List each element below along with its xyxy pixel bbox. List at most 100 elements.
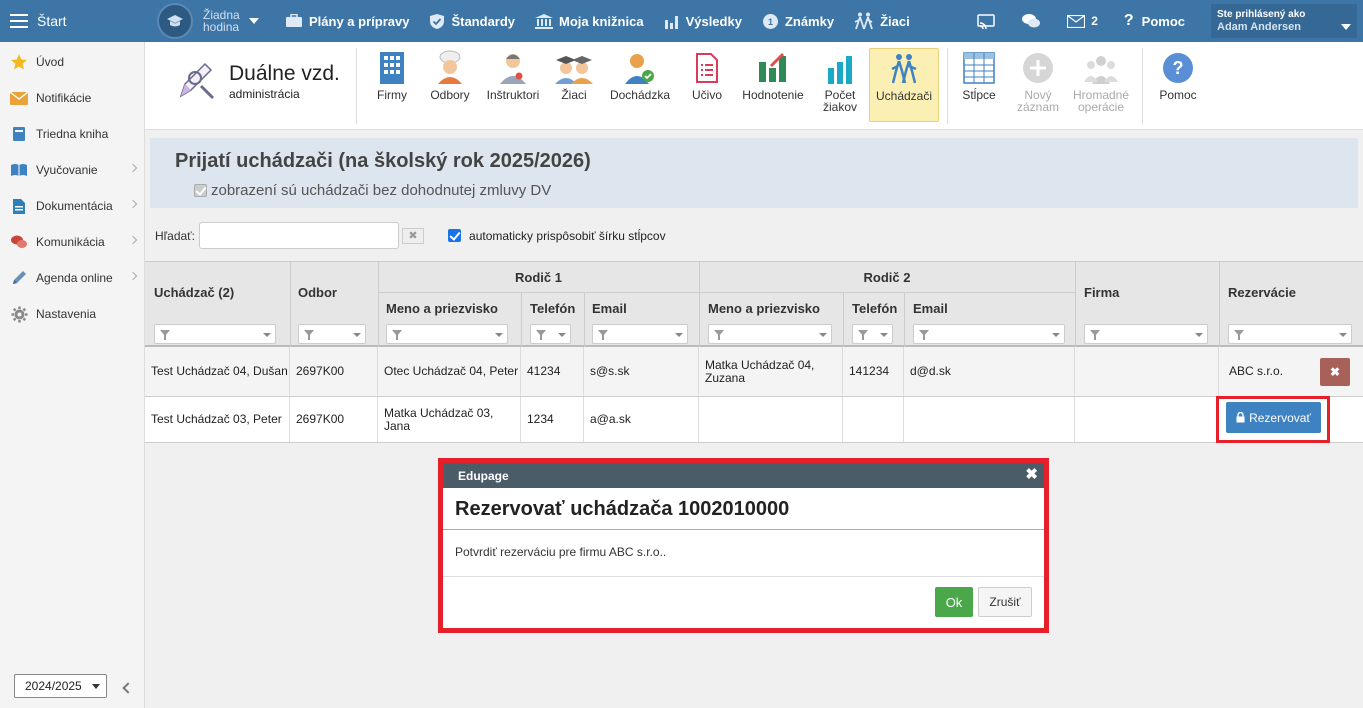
header-p1-phone[interactable]: Telefón — [530, 301, 575, 316]
cell-p2-name — [699, 397, 843, 442]
filter-company[interactable] — [1084, 324, 1208, 344]
cell-p1-phone: 1234 — [521, 397, 584, 442]
filter-p1-name[interactable] — [386, 324, 508, 344]
search-input[interactable] — [199, 222, 400, 249]
toolbar-pocet-ziakov-button[interactable]: Počet žiakov — [817, 48, 863, 122]
close-icon[interactable]: ✖ — [1025, 467, 1038, 482]
chevron-down-icon — [263, 333, 271, 337]
header-p2-phone[interactable]: Telefón — [852, 301, 897, 316]
chevron-down-icon — [1341, 24, 1351, 30]
nav-plans[interactable]: Plány a prípravy — [285, 14, 409, 29]
toolbar-hodnotenie-button[interactable]: Hodnotenie — [741, 48, 805, 122]
toolbar-button-label: Pomoc — [1159, 88, 1197, 102]
chat-bubbles-icon[interactable] — [1021, 13, 1041, 29]
sidebar-item-nastavenia[interactable]: Nastavenia — [0, 296, 144, 332]
nav-library[interactable]: Moja knižnica — [535, 13, 644, 29]
filter-reservations[interactable] — [1228, 324, 1352, 344]
sidebar-item-agenda-online[interactable]: Agenda online — [0, 260, 144, 296]
toolbar-instruktori-button[interactable]: Inštruktori — [483, 48, 543, 122]
module-subtitle: administrácia — [229, 86, 300, 101]
nav-grades[interactable]: 1 Známky — [762, 13, 834, 30]
sidebar-item-vyucovanie[interactable]: Vyučovanie — [0, 152, 144, 188]
filter-icon — [598, 330, 608, 340]
cancel-button[interactable]: Zrušiť — [978, 587, 1032, 617]
nav-standards[interactable]: Štandardy — [429, 13, 515, 30]
toolbar-button-label: Žiaci — [561, 88, 587, 102]
header-field[interactable]: Odbor — [298, 285, 337, 300]
school-year-select[interactable]: 2024/2025 — [14, 674, 107, 698]
filter-p1-email[interactable] — [592, 324, 688, 344]
nav-label: Moja knižnica — [559, 13, 644, 29]
sidebar-item-uvod[interactable]: Úvod — [0, 44, 144, 80]
chevron-down-icon — [92, 684, 100, 689]
toolbar-stlpce-button[interactable]: Stĺpce — [957, 48, 1001, 122]
search-row: Hľadať: ✖ automaticky prispôsobiť šírku … — [155, 222, 666, 249]
nav-label: Plány a prípravy — [309, 13, 410, 29]
header-applicant[interactable]: Uchádzač (2) — [154, 285, 234, 300]
table-row[interactable]: Test Uchádzač 04, Dušan 2697K00 Otec Uch… — [145, 347, 1363, 397]
toolbar-firmy-button[interactable]: Firmy — [369, 48, 415, 122]
sidebar-item-triedna-kniha[interactable]: Triedna kniha — [0, 116, 144, 152]
nav-students[interactable]: Žiaci — [854, 12, 910, 30]
help-label: Pomoc — [1141, 13, 1185, 29]
collapse-sidebar-icon[interactable] — [122, 682, 134, 694]
clear-search-button[interactable]: ✖ — [402, 227, 425, 244]
module-title: Duálne vzd. — [229, 61, 340, 85]
cast-icon[interactable] — [977, 13, 995, 29]
nav-results[interactable]: Výsledky — [664, 14, 742, 29]
autofit-columns-checkbox[interactable]: automaticky prispôsobiť šírku stĺpcov — [448, 229, 666, 243]
star-icon — [10, 53, 28, 71]
messages-button[interactable]: 2 — [1067, 14, 1098, 28]
toolbar-odbory-button[interactable]: Odbory — [425, 48, 475, 122]
contract-filter-checkbox[interactable]: zobrazení sú uchádzači bez dohodnutej zm… — [194, 182, 551, 199]
cell-p1-email: a@a.sk — [584, 397, 699, 442]
envelope-icon — [10, 89, 28, 107]
start-menu-button[interactable]: Štart — [0, 0, 145, 42]
help-button[interactable]: ? Pomoc — [1124, 12, 1185, 30]
header-p1-name[interactable]: Meno a priezvisko — [386, 301, 498, 316]
header-p2-email[interactable]: Email — [913, 301, 948, 316]
filter-p2-name[interactable] — [708, 324, 832, 344]
filter-p1-phone[interactable] — [530, 324, 571, 344]
dialog-title: Rezervovať uchádzača 1002010000 — [443, 488, 1044, 530]
reserve-button[interactable]: Rezervovať — [1226, 402, 1321, 433]
pen-icon — [10, 269, 28, 287]
sidebar-item-komunikacia[interactable]: Komunikácia — [0, 224, 144, 260]
sidebar-item-label: Komunikácia — [36, 235, 105, 249]
ok-button[interactable]: Ok — [935, 587, 973, 617]
toolbar-ziaci-button[interactable]: Žiaci — [549, 48, 599, 122]
cell-applicant: Test Uchádzač 04, Dušan — [145, 347, 290, 396]
toolbar-button-label: Učivo — [691, 88, 722, 102]
toolbar-button-label: Hodnotenie — [742, 88, 804, 102]
toolbar-ucivo-button[interactable]: Učivo — [685, 48, 729, 122]
instructor-icon — [483, 48, 543, 84]
header-company[interactable]: Firma — [1084, 285, 1119, 300]
toolbar-uchadzaci-button[interactable]: Uchádzači — [869, 48, 939, 122]
table-row[interactable]: Test Uchádzač 03, Peter 2697K00 Matka Uc… — [145, 397, 1363, 443]
filter-field[interactable] — [298, 324, 366, 344]
toolbar-novy-zaznam-button[interactable]: Nový záznam — [1013, 48, 1063, 122]
toolbar-pomoc-button[interactable]: ? Pomoc — [1155, 48, 1201, 122]
open-book-icon — [10, 161, 28, 179]
header-p2-name[interactable]: Meno a priezvisko — [708, 301, 820, 316]
header-p1-email[interactable]: Email — [592, 301, 627, 316]
sidebar-item-notifikacie[interactable]: Notifikácie — [0, 80, 144, 116]
toolbar-button-label: Firmy — [377, 88, 407, 102]
header-reservations[interactable]: Rezervácie — [1228, 285, 1296, 300]
header-parent2: Rodič 2 — [863, 270, 911, 285]
header-parent1: Rodič 1 — [515, 270, 562, 285]
students-walking-icon — [854, 12, 874, 30]
filter-p2-phone[interactable] — [852, 324, 893, 344]
delete-reservation-button[interactable]: ✖ — [1320, 358, 1350, 386]
group-icon — [1069, 48, 1133, 84]
filter-applicant[interactable] — [154, 324, 276, 344]
toolbar-dochadzka-button[interactable]: Dochádzka — [607, 48, 673, 122]
current-hour-selector[interactable]: Žiadna hodina — [157, 3, 259, 39]
sidebar-item-dokumentacia[interactable]: Dokumentácia — [0, 188, 144, 224]
filter-icon — [714, 330, 724, 340]
chevron-right-icon — [128, 271, 138, 281]
filter-p2-email[interactable] — [913, 324, 1065, 344]
user-menu[interactable]: Ste prihlásený ako Adam Andersen — [1211, 4, 1357, 38]
toolbar-hromadne-operacie-button[interactable]: Hromadné operácie — [1069, 48, 1133, 122]
reservation-company: ABC s.r.o. — [1229, 364, 1284, 378]
